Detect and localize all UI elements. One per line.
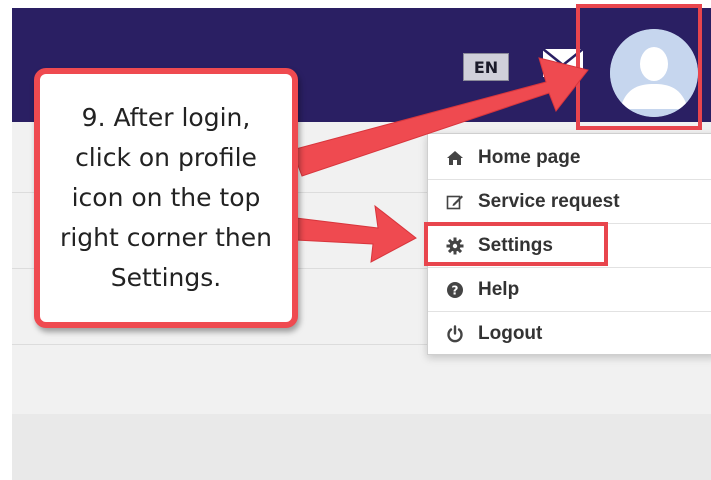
page-footer-area bbox=[12, 414, 711, 480]
menu-item-help[interactable]: ? Help bbox=[428, 268, 711, 312]
home-icon bbox=[444, 148, 466, 168]
menu-item-label: Logout bbox=[478, 323, 543, 344]
menu-item-home-page[interactable]: Home page bbox=[428, 136, 711, 180]
menu-item-label: Service request bbox=[478, 190, 620, 212]
power-icon bbox=[444, 324, 466, 344]
menu-item-logout[interactable]: Logout bbox=[428, 312, 711, 356]
svg-text:?: ? bbox=[452, 283, 459, 297]
menu-item-label: Help bbox=[478, 278, 520, 300]
edit-icon bbox=[444, 192, 466, 212]
menu-item-label: Home page bbox=[478, 146, 581, 168]
avatar-highlight-box bbox=[576, 4, 702, 130]
settings-highlight-box bbox=[424, 222, 608, 266]
menu-item-service-request[interactable]: Service request bbox=[428, 180, 711, 224]
left-margin bbox=[0, 0, 12, 480]
question-circle-icon: ? bbox=[444, 280, 466, 300]
language-selector[interactable]: EN bbox=[463, 53, 509, 81]
screenshot-stage: EN Home page Service request Settings ? … bbox=[0, 0, 711, 480]
instruction-callout: 9. After login, click on profile icon on… bbox=[34, 68, 298, 328]
callout-text: 9. After login, click on profile icon on… bbox=[60, 103, 272, 292]
